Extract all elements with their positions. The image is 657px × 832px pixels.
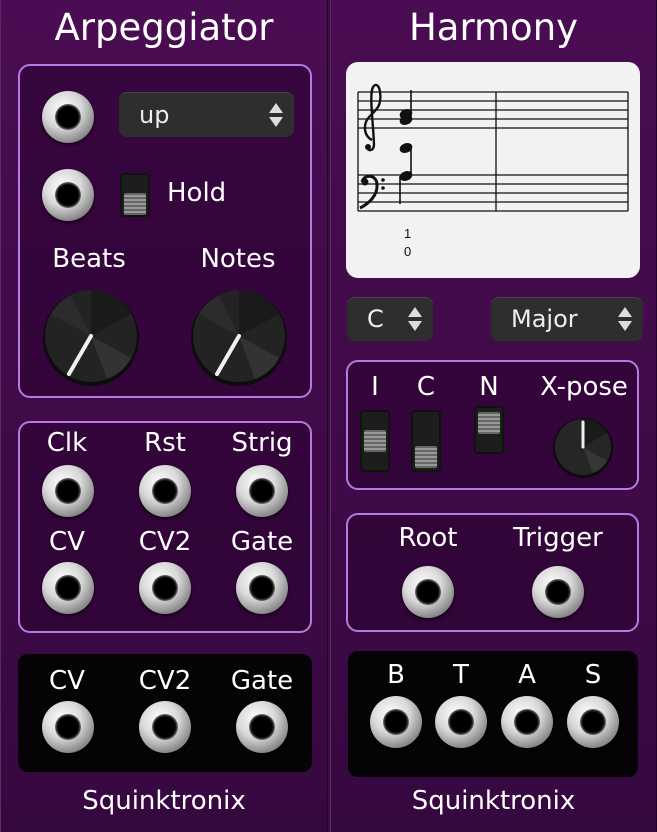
notes-switch[interactable] xyxy=(474,406,504,454)
gate-out-jack[interactable] xyxy=(236,701,288,753)
cv-out-jack[interactable] xyxy=(42,701,94,753)
root-jack[interactable] xyxy=(402,566,454,618)
staff-top-number: 1 xyxy=(404,226,412,241)
arpeggiator-module: Arpeggiator up Hold Beats Notes Clk Rst … xyxy=(0,0,328,832)
mode-cv-jack[interactable] xyxy=(42,91,94,143)
rst-jack[interactable] xyxy=(139,465,191,517)
beats-label: Beats xyxy=(52,244,126,274)
xpose-label: X-pose xyxy=(540,372,628,402)
root-label: Root xyxy=(398,523,458,553)
rst-label: Rst xyxy=(144,428,186,458)
switch-handle[interactable] xyxy=(478,412,500,434)
updown-arrows-icon xyxy=(408,307,422,331)
key-select[interactable]: C xyxy=(347,297,433,341)
soprano-out-label: S xyxy=(584,660,602,690)
hold-switch[interactable] xyxy=(120,173,150,217)
cv2-out-label: CV2 xyxy=(138,666,192,696)
cv2-in-jack[interactable] xyxy=(139,562,191,614)
hold-cv-jack[interactable] xyxy=(42,169,94,221)
strig-label: Strig xyxy=(231,428,293,458)
chord-notes xyxy=(399,90,413,204)
switch-handle[interactable] xyxy=(124,193,146,215)
soprano-out-jack[interactable] xyxy=(567,696,619,748)
bass-out-jack[interactable] xyxy=(370,696,422,748)
module-title: Harmony xyxy=(408,6,579,49)
cv-out-label: CV xyxy=(49,666,85,696)
beats-knob[interactable] xyxy=(41,286,141,386)
key-value: C xyxy=(367,305,384,333)
brand-label: Squinktronix xyxy=(411,786,576,816)
tenor-out-jack[interactable] xyxy=(435,696,487,748)
cv2-out-jack[interactable] xyxy=(139,701,191,753)
tenor-out-label: T xyxy=(453,660,469,690)
cv-in-jack[interactable] xyxy=(42,562,94,614)
bass-clef-icon xyxy=(359,174,385,210)
staff-display: 1 0 xyxy=(346,62,640,278)
scale-mode-select[interactable]: Major xyxy=(491,297,643,341)
arp-mode-select[interactable]: up xyxy=(119,92,294,137)
cv-in-label: CV xyxy=(49,527,85,557)
gate-in-jack[interactable] xyxy=(236,562,288,614)
clk-jack[interactable] xyxy=(42,465,94,517)
hold-label: Hold xyxy=(167,178,227,208)
xpose-knob[interactable] xyxy=(552,416,614,478)
bass-out-label: B xyxy=(387,660,405,690)
alto-out-jack[interactable] xyxy=(501,696,553,748)
gate-out-label: Gate xyxy=(230,666,294,696)
brand-label: Squinktronix xyxy=(82,786,246,816)
scale-mode-value: Major xyxy=(511,305,578,333)
notes-knob[interactable] xyxy=(189,286,289,386)
clk-label: Clk xyxy=(46,428,88,458)
gate-in-label: Gate xyxy=(230,527,294,557)
switch-label-c: C xyxy=(416,372,436,402)
chord-switch[interactable] xyxy=(411,410,441,472)
switch-handle[interactable] xyxy=(364,430,386,452)
switch-handle[interactable] xyxy=(415,446,437,468)
cv2-in-label: CV2 xyxy=(138,527,192,557)
module-title: Arpeggiator xyxy=(54,6,274,49)
switch-label-n: N xyxy=(479,372,499,402)
notes-label: Notes xyxy=(200,244,276,274)
music-staff xyxy=(357,83,629,212)
staff-bottom-number: 0 xyxy=(404,244,412,259)
switch-label-i: I xyxy=(371,372,379,402)
inversion-switch[interactable] xyxy=(360,410,390,472)
updown-arrows-icon xyxy=(269,102,283,127)
trigger-jack[interactable] xyxy=(532,566,584,618)
trigger-label: Trigger xyxy=(513,523,603,553)
strig-jack[interactable] xyxy=(236,465,288,517)
alto-out-label: A xyxy=(518,660,536,690)
treble-clef-icon xyxy=(363,83,382,152)
arp-mode-value: up xyxy=(139,100,170,129)
updown-arrows-icon xyxy=(618,307,632,331)
